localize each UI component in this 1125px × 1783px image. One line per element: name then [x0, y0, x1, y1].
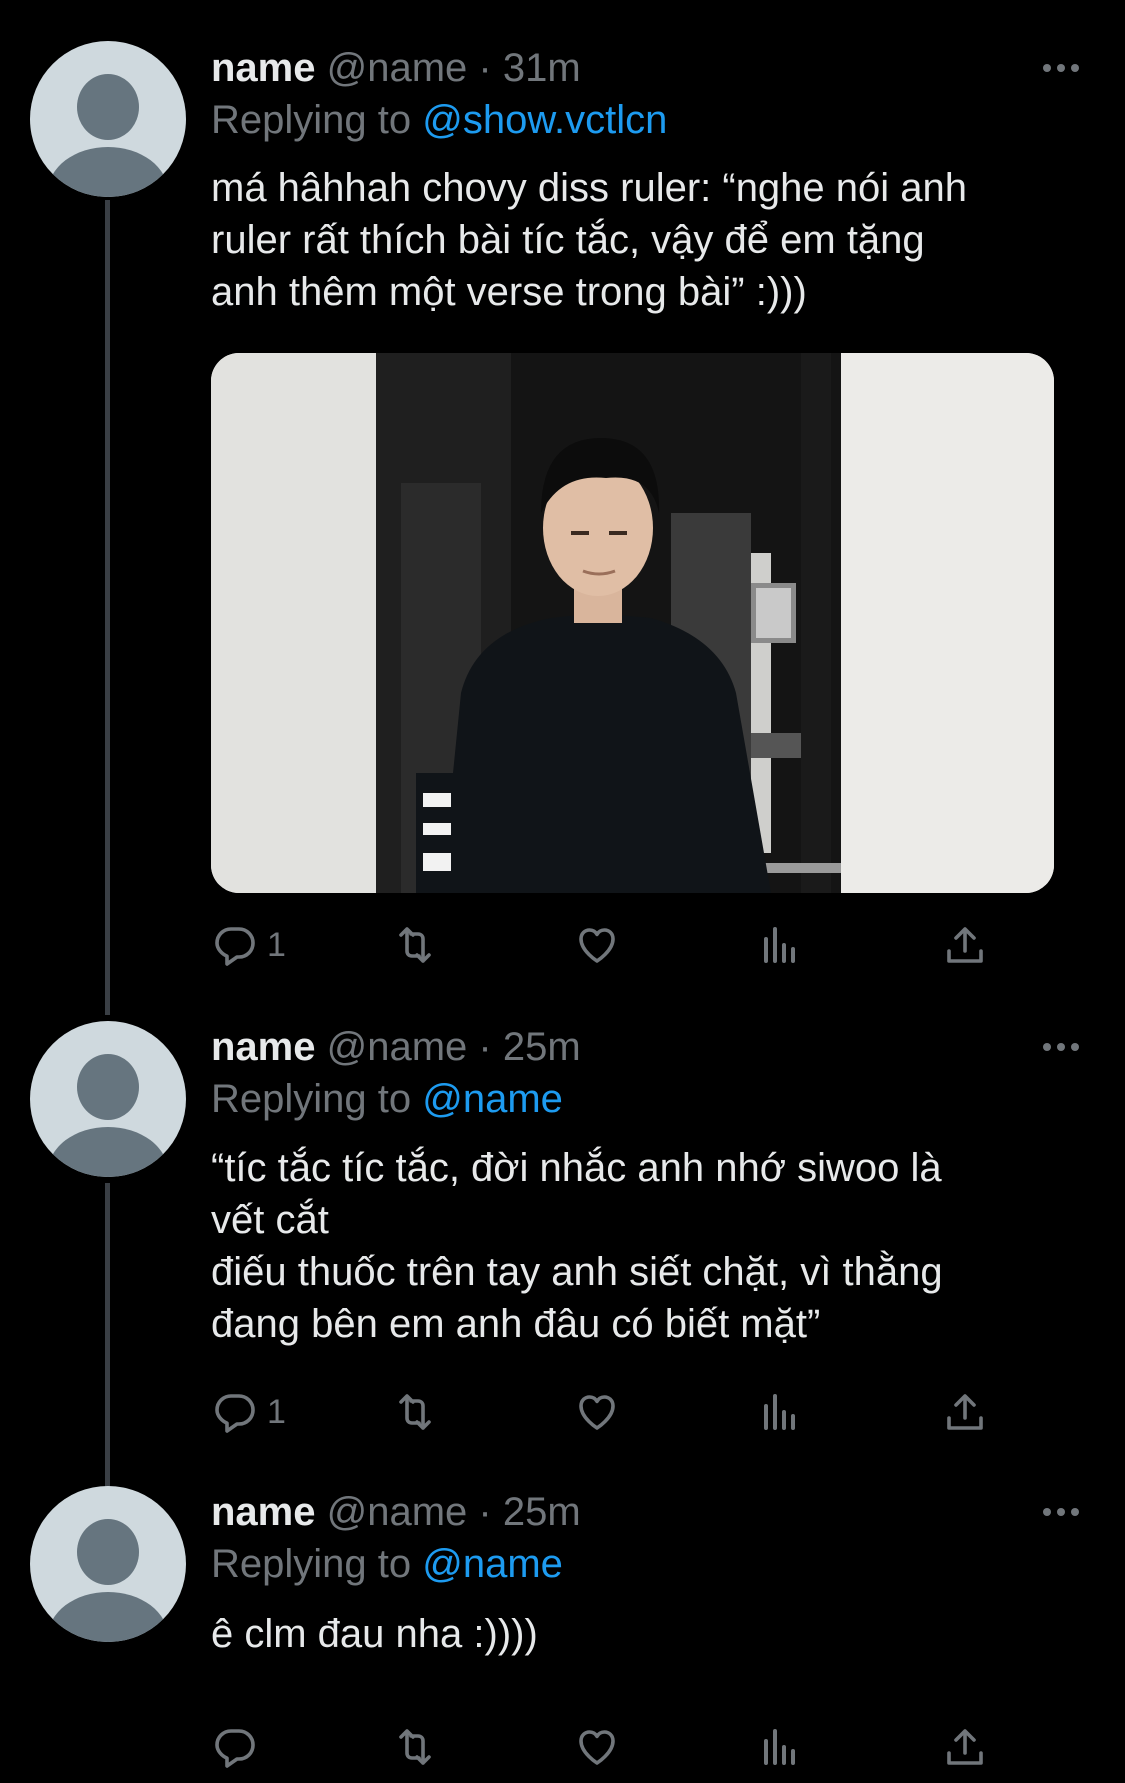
tweet-actions: 1 — [211, 915, 1011, 975]
reply-icon — [215, 1729, 255, 1768]
reply-button[interactable]: 1 — [211, 1382, 286, 1442]
reply-icon — [215, 927, 255, 966]
display-name[interactable]: name — [211, 1490, 316, 1534]
replying-to: Replying to @name — [211, 1540, 563, 1588]
more-icon[interactable] — [1043, 56, 1083, 80]
avatar[interactable] — [30, 1021, 186, 1177]
retweet-button[interactable] — [391, 1382, 439, 1442]
retweet-icon — [399, 1729, 431, 1765]
tweet[interactable]: name @name · 25m Replying to @name “tíc … — [0, 1000, 1125, 1433]
retweet-icon — [399, 1394, 431, 1430]
handle[interactable]: @name — [327, 46, 468, 90]
analytics-button[interactable] — [756, 915, 804, 975]
timestamp[interactable]: 25m — [503, 1025, 581, 1069]
tweet[interactable]: name @name · 25m Replying to @name ê clm… — [0, 1465, 1125, 1783]
mention-link[interactable]: @name — [422, 1542, 563, 1586]
replying-to-label: Replying to — [211, 98, 423, 142]
timestamp[interactable]: 31m — [503, 46, 581, 90]
more-icon[interactable] — [1043, 1035, 1083, 1059]
replying-to-label: Replying to — [211, 1077, 423, 1121]
replying-to: Replying to @name — [211, 1075, 563, 1123]
analytics-icon — [764, 1394, 795, 1430]
tweet-text: ê clm đau nha :)))) — [211, 1612, 538, 1656]
photo-person-in-black-sweater — [211, 353, 1054, 893]
like-icon — [579, 928, 615, 963]
share-icon — [947, 927, 983, 963]
handle[interactable]: @name — [327, 1025, 468, 1069]
share-button[interactable] — [941, 915, 989, 975]
like-icon — [579, 1730, 615, 1765]
retweet-icon — [399, 927, 431, 963]
retweet-button[interactable] — [391, 1717, 439, 1777]
analytics-icon — [764, 1729, 795, 1765]
tweet-header: name @name · 31m — [211, 44, 581, 92]
share-icon — [947, 1729, 983, 1765]
reply-button[interactable]: 1 — [211, 915, 286, 975]
reply-count: 1 — [267, 1392, 286, 1431]
share-button[interactable] — [941, 1717, 989, 1777]
like-button[interactable] — [573, 915, 621, 975]
tweet-actions: 1 — [211, 1382, 1011, 1442]
display-name[interactable]: name — [211, 1025, 316, 1069]
tweet-image[interactable] — [211, 353, 1054, 893]
separator: · — [467, 46, 503, 90]
tweet-text: má hâhhah chovy diss ruler: “nghe nói an… — [211, 166, 968, 314]
tweet-header: name @name · 25m — [211, 1488, 581, 1536]
tweet-actions — [211, 1717, 1011, 1777]
analytics-button[interactable] — [756, 1382, 804, 1442]
like-icon — [579, 1395, 615, 1430]
tweet-text: “tíc tắc tíc tắc, đời nhắc anh nhớ siwoo… — [211, 1146, 943, 1346]
avatar[interactable] — [30, 1486, 186, 1642]
reply-count: 1 — [267, 925, 286, 964]
handle[interactable]: @name — [327, 1490, 468, 1534]
share-button[interactable] — [941, 1382, 989, 1442]
like-button[interactable] — [573, 1382, 621, 1442]
analytics-icon — [764, 927, 795, 963]
display-name[interactable]: name — [211, 46, 316, 90]
tweet-header: name @name · 25m — [211, 1023, 581, 1071]
mention-link[interactable]: @name — [422, 1077, 563, 1121]
like-button[interactable] — [573, 1717, 621, 1777]
reply-button[interactable] — [211, 1717, 267, 1777]
analytics-button[interactable] — [756, 1717, 804, 1777]
reply-icon — [215, 1394, 255, 1433]
timestamp[interactable]: 25m — [503, 1490, 581, 1534]
separator: · — [467, 1025, 503, 1069]
separator: · — [467, 1490, 503, 1534]
retweet-button[interactable] — [391, 915, 439, 975]
share-icon — [947, 1394, 983, 1430]
replying-to-label: Replying to — [211, 1542, 423, 1586]
tweet[interactable]: name @name · 31m Replying to @show.vctlc… — [0, 0, 1125, 1000]
more-icon[interactable] — [1043, 1500, 1083, 1524]
avatar[interactable] — [30, 41, 186, 197]
replying-to: Replying to @show.vctlcn — [211, 96, 667, 144]
mention-link[interactable]: @show.vctlcn — [422, 98, 667, 142]
